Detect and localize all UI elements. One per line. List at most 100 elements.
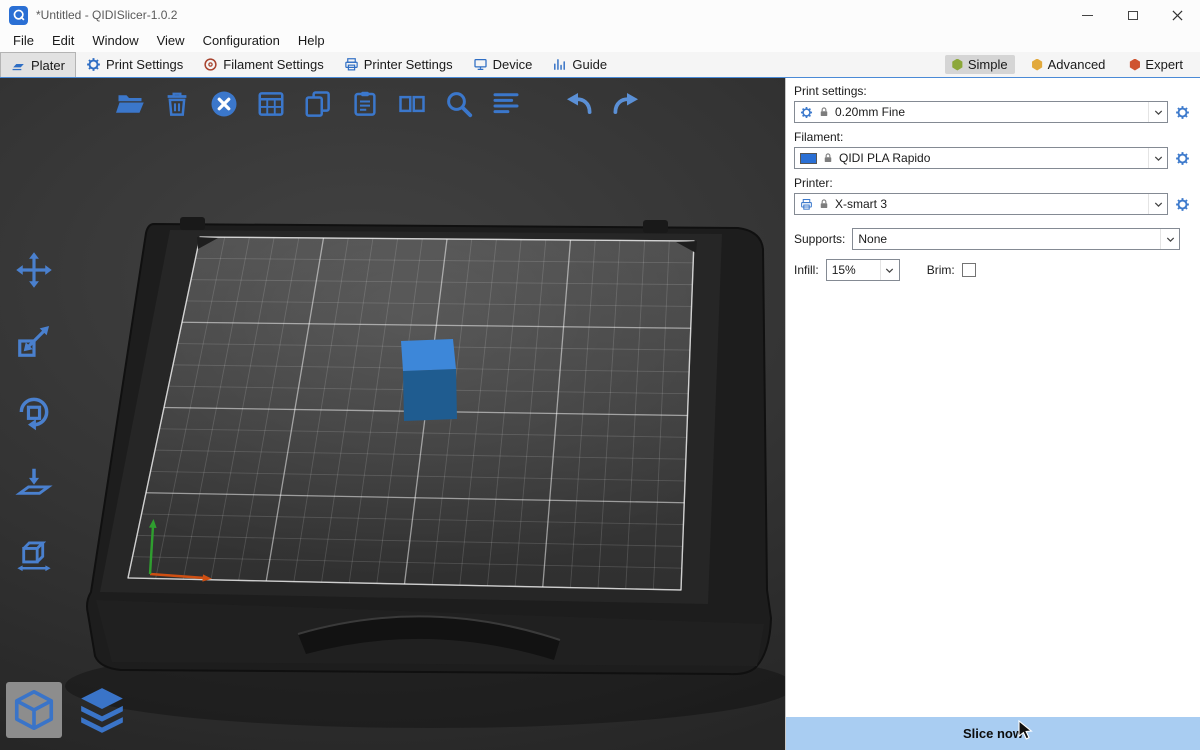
printer-icon [800,198,813,211]
minimize-icon [1082,15,1093,16]
printer-combo[interactable]: X-smart 3 [794,193,1168,215]
expert-mode-dot-icon [1129,59,1140,71]
chevron-down-icon [1148,102,1167,122]
toolbar-redo-button[interactable] [606,84,646,124]
scale-button[interactable] [10,317,58,365]
maximize-button[interactable] [1110,0,1155,30]
menu-window[interactable]: Window [83,30,147,52]
3d-viewport[interactable] [0,78,785,750]
arrange-icon [256,89,286,119]
open-folder-icon [115,89,145,119]
menu-help[interactable]: Help [289,30,334,52]
tab-plater[interactable]: Plater [0,52,76,77]
window-title: *Untitled - QIDISlicer-1.0.2 [36,8,177,22]
menu-configuration[interactable]: Configuration [194,30,289,52]
3d-editor-view-button[interactable] [6,682,62,738]
filament-spool-icon [203,57,218,72]
layers-preview-button[interactable] [74,682,130,738]
menu-view[interactable]: View [148,30,194,52]
close-button[interactable] [1155,0,1200,30]
filament-color-swatch [800,153,817,164]
toolbar-delete-button[interactable] [157,84,197,124]
infill-combo[interactable]: 15% [826,259,900,281]
toolbar-layers-button[interactable] [486,84,526,124]
tab-printer-settings[interactable]: Printer Settings [334,52,463,77]
maximize-icon [1128,11,1138,20]
rotate-icon [15,393,53,431]
minimize-button[interactable] [1065,0,1110,30]
rotate-button[interactable] [10,388,58,436]
scale-icon [15,322,53,360]
mode-switcher: Simple Advanced Expert [945,52,1200,77]
undo-icon [564,89,594,119]
viewport-top-toolbar [110,84,646,124]
toolbar-split-button[interactable] [392,84,432,124]
measure-button[interactable] [10,530,58,578]
plater-icon [11,58,26,73]
device-icon [473,57,488,72]
toolbar-paste-button[interactable] [345,84,385,124]
chevron-down-icon [1148,148,1167,168]
tab-label: Printer Settings [364,57,453,72]
tab-label: Device [493,57,533,72]
mode-expert[interactable]: Expert [1122,55,1190,74]
filament-value: QIDI PLA Rapido [839,151,930,165]
lock-icon [818,198,830,210]
copy-icon [303,89,333,119]
tab-guide[interactable]: Guide [542,52,617,77]
chevron-down-icon [1160,229,1179,249]
brim-checkbox[interactable] [962,263,976,277]
viewport-left-toolbar [10,246,58,578]
model-object[interactable] [401,339,457,421]
place-on-face-button[interactable] [10,459,58,507]
delete-all-icon [209,89,239,119]
toolbar-undo-button[interactable] [559,84,599,124]
mode-advanced[interactable]: Advanced [1025,55,1113,74]
slice-now-button[interactable]: Slice now [786,717,1200,750]
menu-edit[interactable]: Edit [43,30,83,52]
printer-label: Printer: [794,176,1192,190]
search-icon [444,89,474,119]
chevron-down-icon [880,260,899,280]
layers-list-icon [491,89,521,119]
gear-icon [1175,105,1190,120]
toolbar-arrange-button[interactable] [251,84,291,124]
tab-filament-settings[interactable]: Filament Settings [193,52,333,77]
mode-label: Advanced [1048,57,1106,72]
gear-icon [86,57,101,72]
gear-icon [800,106,813,119]
printer-icon [344,57,359,72]
move-button[interactable] [10,246,58,294]
chevron-down-icon [1148,194,1167,214]
toolbar-open-button[interactable] [110,84,150,124]
menu-file[interactable]: File [4,30,43,52]
infill-value: 15% [832,263,856,277]
simple-mode-dot-icon [952,59,963,71]
gear-icon [1175,151,1190,166]
supports-combo[interactable]: None [852,228,1180,250]
print-bed-scene [0,78,785,750]
tab-label: Plater [31,58,65,73]
print-settings-value: 0.20mm Fine [835,105,905,119]
lock-icon [822,152,834,164]
tab-device[interactable]: Device [463,52,543,77]
brim-label: Brim: [927,263,955,277]
3d-editor-view-icon [11,687,57,733]
split-icon [397,89,427,119]
toolbar-copy-button[interactable] [298,84,338,124]
mode-label: Simple [968,57,1008,72]
view-mode-switcher [6,682,130,738]
filament-edit-button[interactable] [1172,148,1192,168]
titlebar[interactable]: *Untitled - QIDISlicer-1.0.2 [0,0,1200,30]
filament-combo[interactable]: QIDI PLA Rapido [794,147,1168,169]
delete-icon [162,89,192,119]
app-logo-icon [9,6,28,25]
supports-label: Supports: [794,232,845,246]
toolbar-delete-all-button[interactable] [204,84,244,124]
print-settings-combo[interactable]: 0.20mm Fine [794,101,1168,123]
printer-edit-button[interactable] [1172,194,1192,214]
print-settings-edit-button[interactable] [1172,102,1192,122]
toolbar-search-button[interactable] [439,84,479,124]
mode-simple[interactable]: Simple [945,55,1015,74]
tab-print-settings[interactable]: Print Settings [76,52,193,77]
